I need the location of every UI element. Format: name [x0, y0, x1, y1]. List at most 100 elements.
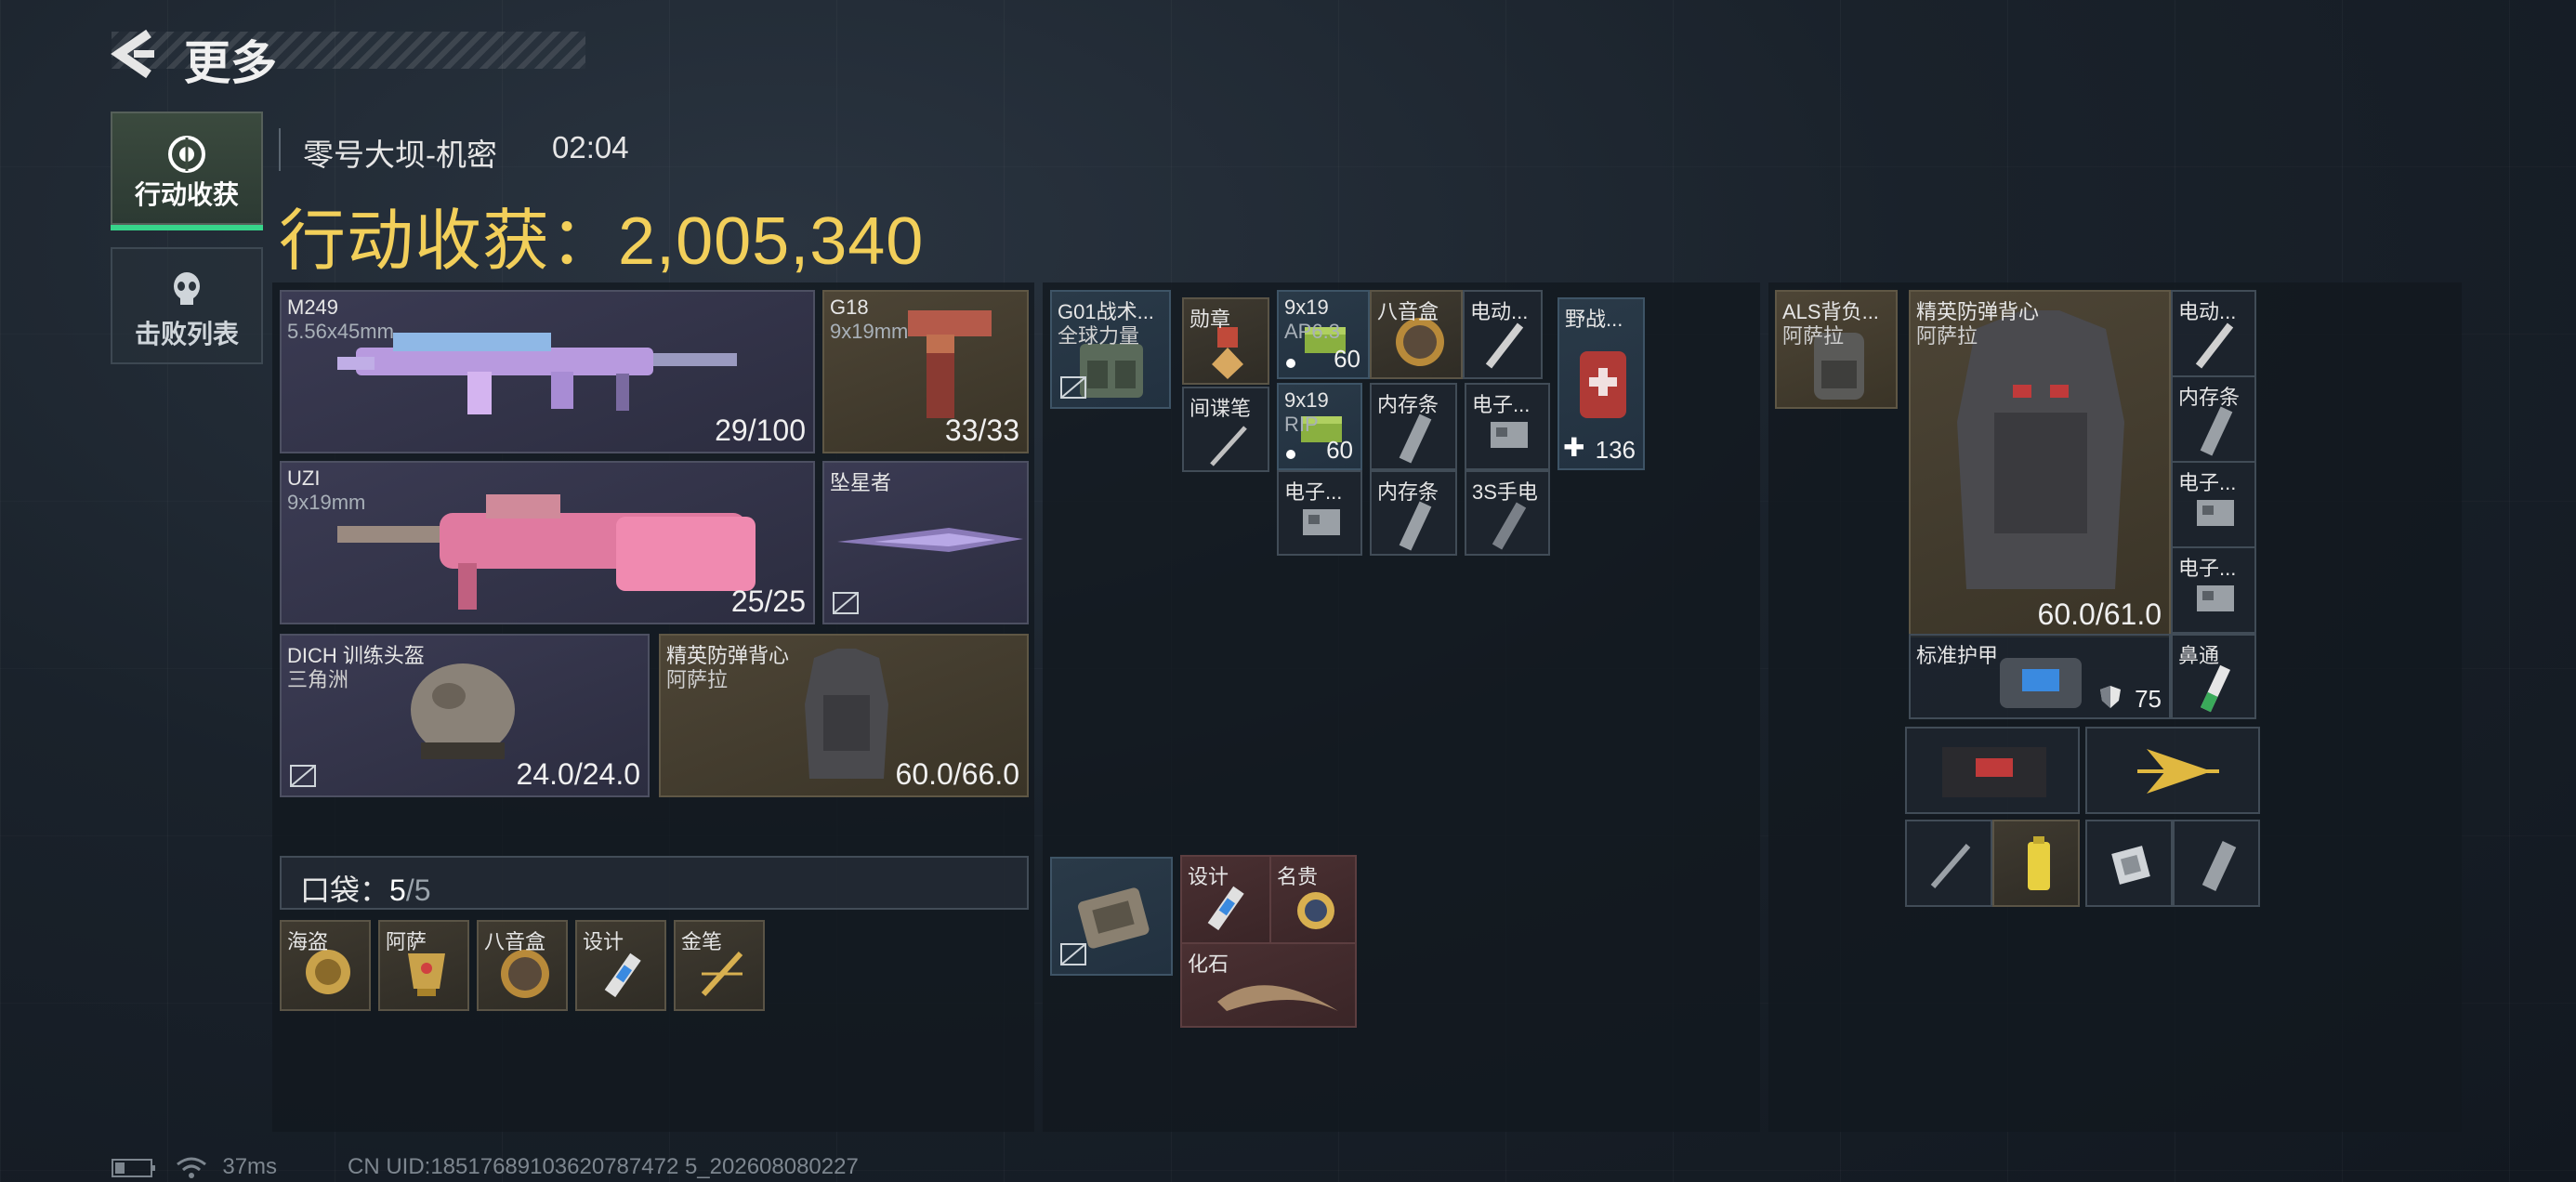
rig-item[interactable]: 电子...: [1465, 383, 1550, 470]
item-name: 化石: [1188, 952, 1229, 976]
rig-item[interactable]: 间谍笔: [1182, 387, 1269, 472]
pockets-count: 口袋：5/5: [300, 867, 431, 910]
rig-item[interactable]: 电子...: [1277, 470, 1362, 556]
weapon-ammo-type: 9x19mm: [287, 491, 366, 514]
backpack-item[interactable]: 电子...: [2171, 546, 2256, 634]
item-name: 金笔: [681, 930, 723, 953]
weapon-ammo-type: 5.56x45mm: [287, 320, 394, 343]
backpack-plate[interactable]: 标准护甲 75: [1909, 634, 2171, 719]
back-button[interactable]: [110, 28, 165, 80]
rig-brand: 全球力量: [1058, 324, 1140, 348]
weapon-name: M249: [287, 296, 339, 319]
rig-item[interactable]: 勋章: [1182, 297, 1269, 385]
heal-plus-icon: ✚: [1563, 433, 1585, 462]
weapon-slot-secondary[interactable]: UZI 9x19mm 25/25: [280, 461, 815, 624]
safebox-slot[interactable]: [1050, 857, 1173, 976]
weapon-ammo-type: 9x19mm: [830, 320, 909, 343]
rig-item[interactable]: 内存条: [1370, 383, 1457, 470]
cup-icon: [408, 953, 445, 996]
tab-kill-list[interactable]: 击败列表: [111, 247, 263, 364]
item-name: 电子...: [1284, 480, 1343, 504]
vest-brand: 阿萨拉: [1916, 324, 1978, 348]
bullet-icon: [1286, 359, 1295, 368]
tab-loot[interactable]: 行动收获: [111, 112, 263, 225]
weapon-slot-sidearm[interactable]: G18 9x19mm 33/33: [822, 290, 1029, 453]
nasal-spray-icon: [2200, 664, 2231, 713]
circuit-board-icon: [2197, 500, 2234, 526]
rig-item[interactable]: 3S手电: [1465, 470, 1550, 556]
rig-item[interactable]: 八音盒: [1370, 290, 1463, 379]
weapon-name: UZI: [287, 466, 321, 490]
medal-icon: [1212, 327, 1243, 379]
safebox-item[interactable]: 化石: [1180, 942, 1357, 1028]
item-name: 设计: [583, 930, 624, 953]
backpack-item[interactable]: [2173, 820, 2260, 907]
status-bar: 37ms: [112, 1154, 277, 1180]
backpack-vest[interactable]: 精英防弹背心 阿萨拉 60.0/61.0: [1909, 290, 2171, 637]
item-name: 八音盒: [484, 930, 546, 953]
unsecured-icon: [290, 765, 316, 787]
safebox-item[interactable]: 设计: [1180, 855, 1271, 944]
rig-item[interactable]: 9x19 RIP 60: [1277, 383, 1362, 470]
backpack-item[interactable]: [1992, 820, 2080, 907]
map-name: 零号大坝-机密: [303, 138, 497, 172]
item-name: 内存条: [2178, 386, 2241, 409]
backpack-item[interactable]: 内存条: [2171, 375, 2256, 463]
weapon-slot-primary[interactable]: M249 5.56x45mm 29/100: [280, 290, 815, 453]
skull-icon: [174, 272, 200, 305]
safebox-item[interactable]: 名贵: [1269, 855, 1357, 944]
bullet-icon: [1286, 450, 1295, 459]
ammo-count: 60: [1326, 436, 1353, 464]
header-decoration: [112, 32, 585, 69]
loot-icon: [168, 136, 205, 173]
unsecured-icon: [1060, 376, 1086, 399]
shield-icon: [2100, 686, 2121, 708]
rig-item[interactable]: 9x19 AP6.3 60: [1277, 290, 1370, 379]
backpack-item[interactable]: [2085, 820, 2173, 907]
pocket-item[interactable]: 金笔: [674, 920, 765, 1011]
backpack-item[interactable]: [2085, 727, 2260, 814]
backpack-item[interactable]: [1905, 820, 1992, 907]
vest-icon: [805, 649, 888, 779]
pocket-item[interactable]: 八音盒: [477, 920, 568, 1011]
backpack-slot[interactable]: ALS背负... 阿萨拉: [1775, 290, 1898, 409]
circuit-board-icon: [1303, 509, 1340, 535]
item-name: 间谍笔: [1189, 397, 1252, 420]
pocket-item[interactable]: 设计: [575, 920, 666, 1011]
rig-slot[interactable]: G01战术... 全球力量: [1050, 290, 1171, 409]
backpack-item[interactable]: 电子...: [2171, 461, 2256, 548]
uzi-smg-icon: [337, 494, 756, 610]
helmet-durability: 24.0/24.0: [516, 757, 640, 791]
armor-slot[interactable]: 精英防弹背心 阿萨拉 60.0/66.0: [659, 634, 1029, 797]
unsecured-icon: [1060, 943, 1086, 965]
pockets-used: 5: [389, 873, 406, 907]
package-icon: [1942, 747, 2046, 797]
weapon-ammo-count: 25/25: [730, 584, 806, 618]
helmet-slot[interactable]: DICH 训练头盔 三角洲 24.0/24.0: [280, 634, 650, 797]
backpack-item[interactable]: 电动...: [2171, 290, 2256, 377]
item-name: 阿萨: [386, 930, 427, 953]
rig-item[interactable]: 电动...: [1463, 290, 1543, 379]
backpack-item[interactable]: 鼻通: [2171, 634, 2256, 719]
earnings-value: 2,005,340: [618, 204, 925, 279]
rig-medkit[interactable]: 野战... ✚ 136: [1557, 297, 1645, 470]
item-name: 设计: [1188, 865, 1229, 888]
item-sub: RIP: [1284, 413, 1319, 436]
g18-pistol-icon: [908, 310, 992, 418]
flashlight-icon: [1492, 502, 1527, 550]
rig-item[interactable]: 内存条: [1370, 470, 1457, 556]
weapon-ammo-count: 29/100: [715, 414, 806, 447]
electric-drill-icon: [1485, 322, 1524, 369]
item-name: 3S手电: [1472, 480, 1538, 504]
medkit-icon: [1580, 351, 1626, 418]
battery-icon: [2028, 836, 2050, 890]
backpack-item[interactable]: [1905, 727, 2080, 814]
m249-rifle-icon: [337, 333, 737, 414]
earnings-total: 行动收获：2,005,340: [279, 186, 924, 283]
pocket-item[interactable]: 阿萨: [378, 920, 469, 1011]
heal-count: 136: [1595, 436, 1636, 464]
pocket-item[interactable]: 海盗: [280, 920, 371, 1011]
weapon-slot-melee[interactable]: 坠星者: [822, 461, 1029, 624]
item-name: 电子...: [1472, 393, 1531, 416]
item-sub: AP6.3: [1284, 320, 1340, 343]
